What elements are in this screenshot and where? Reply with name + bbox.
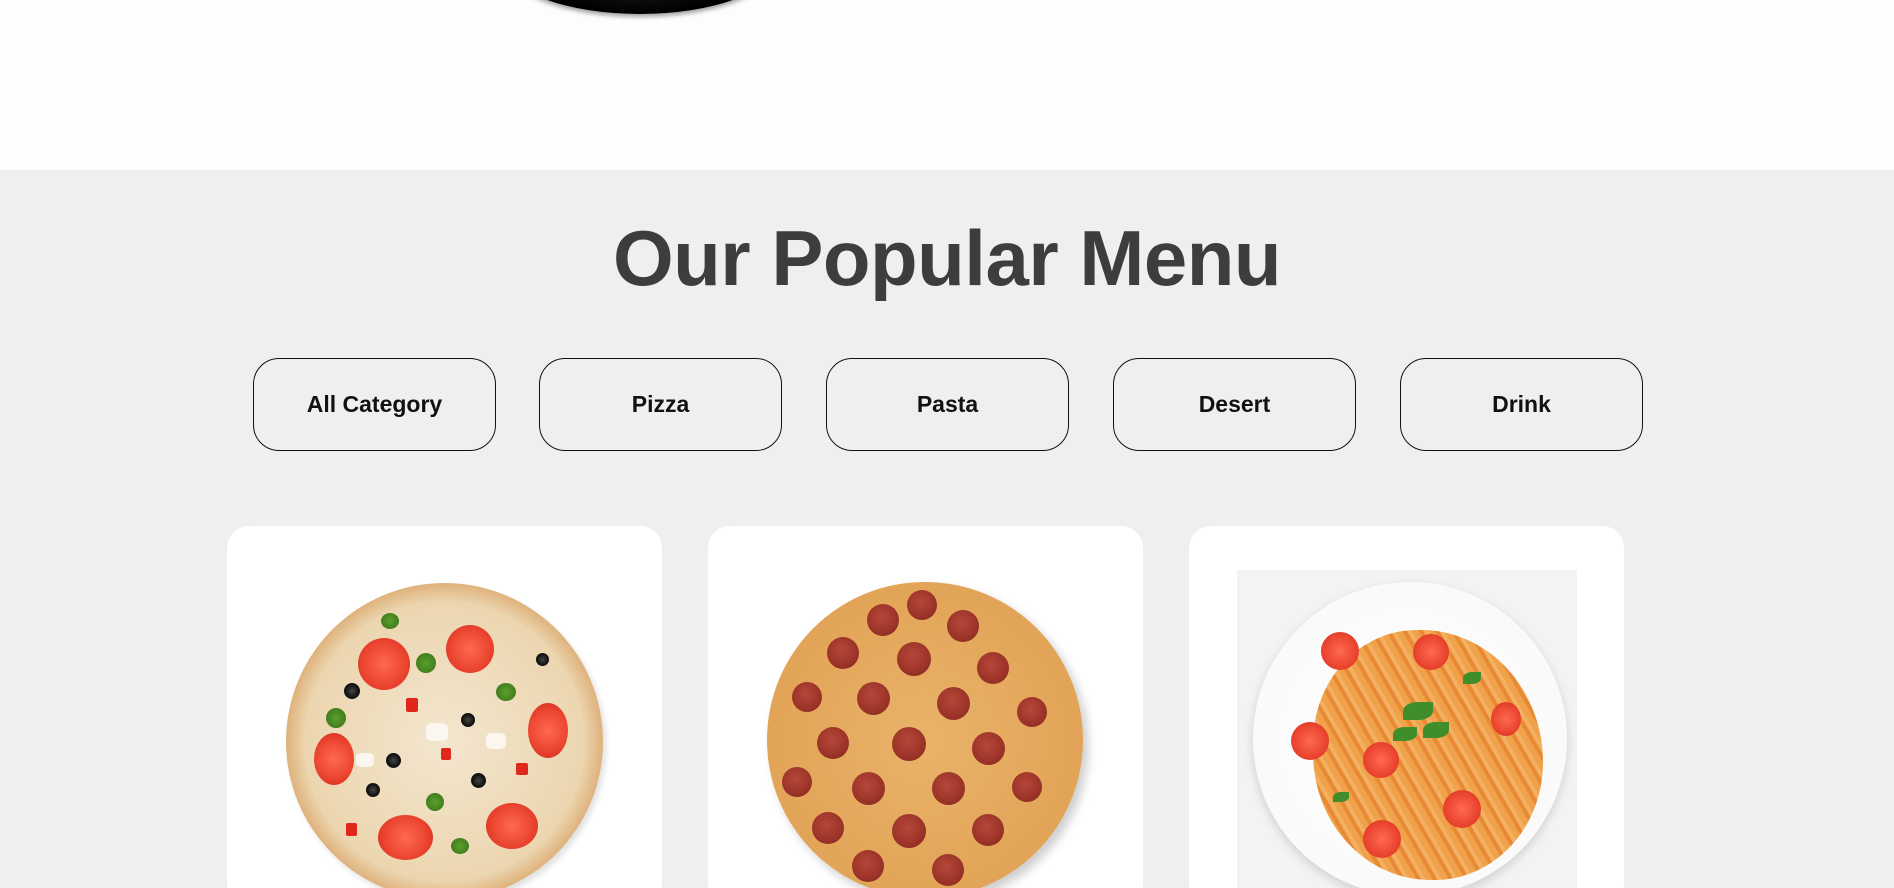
category-button-desert[interactable]: Desert bbox=[1113, 358, 1356, 451]
category-button-pizza[interactable]: Pizza bbox=[539, 358, 782, 451]
category-button-pasta[interactable]: Pasta bbox=[826, 358, 1069, 451]
pizza-image bbox=[767, 582, 1083, 888]
menu-card[interactable] bbox=[708, 526, 1143, 888]
menu-card[interactable] bbox=[227, 526, 662, 888]
section-title: Our Popular Menu bbox=[612, 214, 1282, 302]
pasta-image bbox=[1237, 570, 1577, 888]
hero-dish-image bbox=[505, 0, 775, 14]
category-button-all[interactable]: All Category bbox=[253, 358, 496, 451]
pizza-image bbox=[286, 583, 603, 888]
menu-card[interactable] bbox=[1189, 526, 1624, 888]
popular-menu-section: Our Popular Menu All Category Pizza Past… bbox=[0, 170, 1894, 888]
category-button-drink[interactable]: Drink bbox=[1400, 358, 1643, 451]
hero-section bbox=[0, 0, 1894, 170]
